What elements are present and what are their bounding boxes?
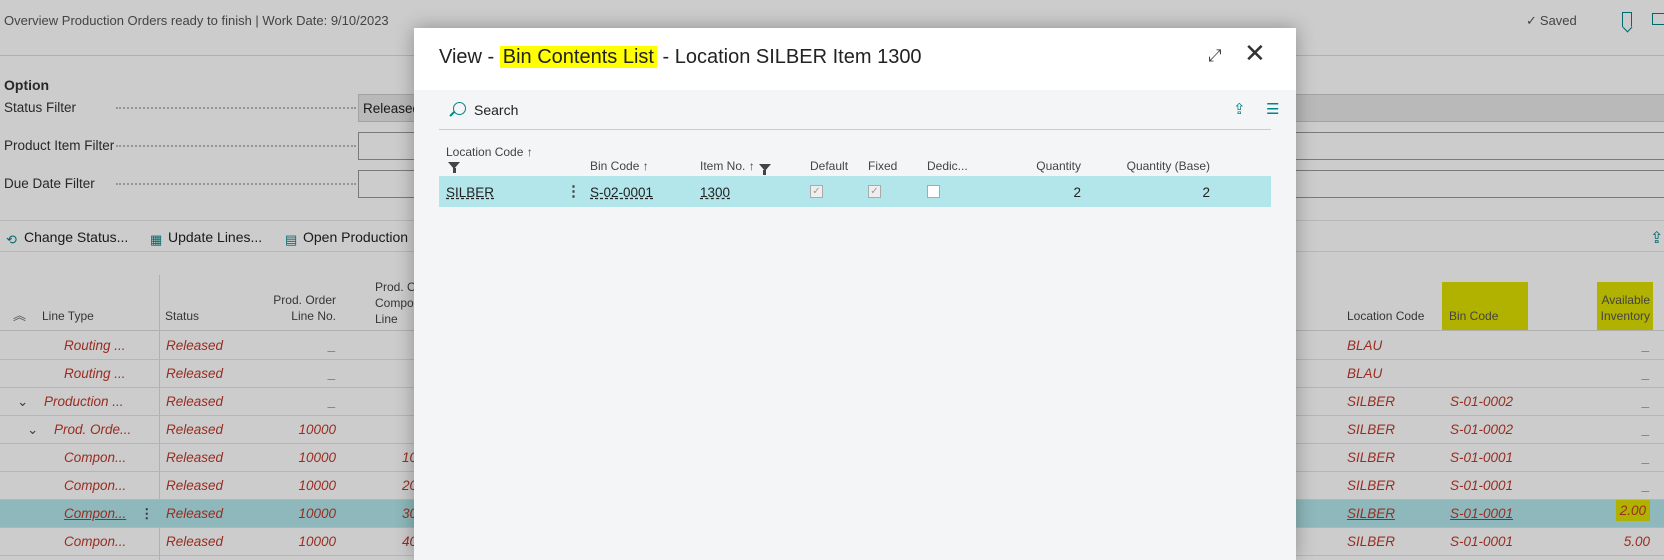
col-item-no-label: Item No.	[700, 159, 746, 173]
col-location-code[interactable]: Location Code ↑	[446, 145, 533, 159]
close-icon[interactable]: ✕	[1244, 40, 1266, 66]
dialog-title-suffix: - Location SILBER Item 1300	[656, 46, 922, 68]
dialog-body: Search ⇪ ☰ Location Code ↑ Bin Code ↑ It…	[414, 90, 1296, 560]
sort-ascending-icon: ↑	[748, 159, 755, 173]
bin-contents-dialog: View - Bin Contents List - Location SILB…	[414, 28, 1296, 560]
default-checkbox: ✓	[810, 185, 823, 198]
location-code-cell[interactable]: SILBER	[446, 185, 494, 200]
share-icon[interactable]: ⇪	[1233, 100, 1246, 118]
sort-ascending-icon: ↑	[642, 159, 649, 173]
dedicated-checkbox	[927, 185, 940, 198]
list-view-icon[interactable]: ☰	[1266, 100, 1279, 118]
col-quantity-base[interactable]: Quantity (Base)	[1104, 159, 1210, 173]
col-quantity[interactable]: Quantity	[974, 159, 1081, 173]
search-icon[interactable]	[453, 102, 466, 115]
col-bin-code-label: Bin Code	[590, 159, 640, 173]
quantity-cell: 2	[1073, 185, 1081, 200]
search-button[interactable]: Search	[474, 102, 518, 118]
row-menu-icon[interactable]: ⋮	[566, 182, 581, 200]
bin-code-cell[interactable]: S-02-0001	[590, 185, 653, 200]
search-bar: Search ⇪ ☰	[439, 90, 1279, 130]
bin-contents-row[interactable]: SILBER ⋮ S-02-0001 1300 ✓ ✓ 2 2	[439, 176, 1271, 207]
col-fixed[interactable]: Fixed	[868, 159, 897, 173]
expand-icon[interactable]: ⤢	[1208, 46, 1222, 66]
dialog-title: View - Bin Contents List - Location SILB…	[439, 46, 922, 69]
col-bin-code[interactable]: Bin Code ↑	[590, 159, 649, 173]
sort-ascending-icon: ↑	[526, 145, 533, 159]
fixed-checkbox: ✓	[868, 185, 881, 198]
col-default[interactable]: Default	[810, 159, 848, 173]
quantity-base-cell: 2	[1202, 185, 1210, 200]
col-location-code-label: Location Code	[446, 145, 524, 159]
col-dedicated[interactable]: Dedic...	[927, 159, 968, 173]
col-item-no[interactable]: Item No. ↑	[700, 159, 771, 175]
filter-icon[interactable]	[448, 162, 460, 173]
dialog-title-prefix: View -	[439, 46, 500, 68]
item-no-cell[interactable]: 1300	[700, 185, 730, 200]
filter-icon[interactable]	[758, 164, 771, 175]
dialog-title-highlight: Bin Contents List	[499, 46, 657, 68]
